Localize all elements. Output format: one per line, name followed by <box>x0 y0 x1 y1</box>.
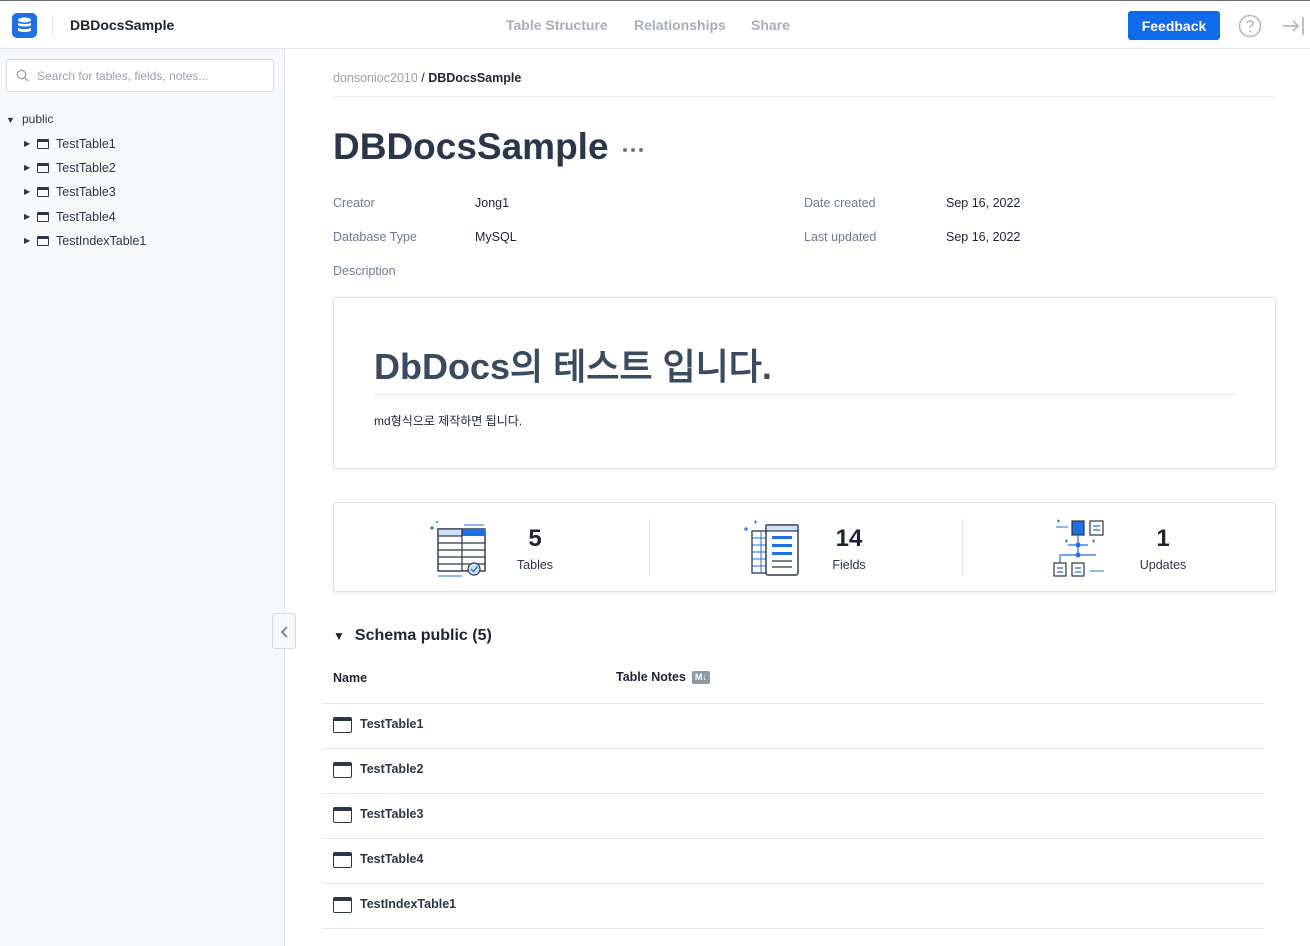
breadcrumb-divider <box>333 96 1276 97</box>
description-body: md형식으로 제작하면 됩니다. <box>374 414 523 428</box>
date-created-label: Date created <box>804 196 876 210</box>
caret-right-icon[interactable]: ▶ <box>24 212 30 221</box>
app-logo-icon[interactable] <box>12 13 37 38</box>
breadcrumb-owner[interactable]: donsonioc2010 <box>333 71 418 85</box>
column-header-name: Name <box>333 671 368 685</box>
search-icon <box>16 69 29 82</box>
table-row[interactable]: TestTable4 <box>333 850 733 870</box>
description-divider <box>374 394 1236 395</box>
column-header-table-notes: Table Notes M↓ <box>616 670 710 684</box>
database-type-value: MySQL <box>475 230 517 244</box>
table-row-name[interactable]: TestTable4 <box>360 852 423 866</box>
markdown-icon: M↓ <box>691 671 710 684</box>
description-card: DbDocs의 테스트 입니다. md형식으로 제작하면 됩니다. <box>333 297 1276 469</box>
table-icon <box>37 212 49 222</box>
collapse-sidebar-button[interactable] <box>272 613 296 649</box>
caret-right-icon[interactable]: ▶ <box>24 163 30 172</box>
creator-label: Creator <box>333 196 375 210</box>
caret-right-icon[interactable]: ▶ <box>24 139 30 148</box>
stat-fields-value: 14 <box>835 525 863 552</box>
breadcrumb-separator: / <box>417 71 429 85</box>
page-title: DBDocsSample <box>333 126 609 167</box>
table-row[interactable]: TestTable2 <box>333 760 733 780</box>
search-input[interactable] <box>37 67 267 85</box>
tree-item-label: TestTable1 <box>56 137 116 151</box>
fields-icon <box>744 520 799 576</box>
table-icon <box>37 139 49 149</box>
table-icon <box>37 187 49 197</box>
tree-schema-label: public <box>22 112 54 126</box>
tree-item-label: TestTable4 <box>56 210 116 224</box>
tree-item-label: TestTable3 <box>56 185 116 199</box>
row-divider <box>321 928 1264 929</box>
last-updated-value: Sep 16, 2022 <box>946 230 1021 244</box>
stat-fields-label: Fields <box>832 558 866 572</box>
more-options-icon[interactable] <box>621 142 645 158</box>
row-divider <box>321 793 1264 794</box>
stat-divider <box>962 519 963 576</box>
table-icon <box>333 852 352 868</box>
stat-updates-label: Updates <box>1139 558 1187 572</box>
table-icon <box>333 717 352 733</box>
stat-tables-label: Tables <box>516 558 554 572</box>
updates-icon <box>1053 519 1104 577</box>
row-divider <box>321 883 1264 884</box>
caret-down-icon[interactable]: ▼ <box>333 629 345 643</box>
caret-right-icon[interactable]: ▶ <box>24 187 30 196</box>
row-divider <box>321 703 1264 704</box>
stat-tables-value: 5 <box>528 525 542 552</box>
schema-section-title: Schema public (5) <box>354 627 492 644</box>
app-title[interactable]: DBDocsSample <box>70 17 174 33</box>
row-divider <box>321 748 1264 749</box>
description-heading: DbDocs의 테스트 입니다. <box>374 346 772 387</box>
table-notes-label: Table Notes <box>616 670 686 684</box>
table-row[interactable]: TestTable1 <box>333 715 733 735</box>
breadcrumb-project: DBDocsSample <box>428 71 522 85</box>
stats-card: 5 Tables 14 Fields 1 Updates <box>333 502 1276 592</box>
table-row-name[interactable]: TestTable3 <box>360 807 423 821</box>
table-icon <box>333 762 352 778</box>
table-icon <box>333 807 352 823</box>
top-bar: DBDocsSample Table Structure Relationshi… <box>0 0 1310 49</box>
chevron-left-icon <box>280 626 288 638</box>
tree-item-label: TestIndexTable1 <box>56 234 147 248</box>
table-row[interactable]: TestIndexTable1 <box>333 895 733 915</box>
tables-icon <box>430 521 486 577</box>
logo-divider <box>52 15 53 37</box>
date-created-value: Sep 16, 2022 <box>946 196 1021 210</box>
table-icon <box>333 897 352 913</box>
tree-schema-public[interactable]: ▼ public <box>6 112 53 126</box>
table-row[interactable]: TestTable3 <box>333 805 733 825</box>
stat-divider <box>649 519 650 576</box>
database-type-label: Database Type <box>333 230 417 244</box>
table-row-name[interactable]: TestTable2 <box>360 762 423 776</box>
nav-relationships[interactable]: Relationships <box>634 17 726 33</box>
row-divider <box>321 838 1264 839</box>
last-updated-label: Last updated <box>804 230 877 244</box>
table-icon <box>37 163 49 173</box>
help-icon[interactable] <box>1238 14 1262 38</box>
caret-down-icon[interactable]: ▼ <box>6 115 22 125</box>
breadcrumb: donsonioc2010 / DBDocsSample <box>333 71 521 85</box>
sign-in-icon[interactable] <box>1281 14 1307 38</box>
tree-item-label: TestTable2 <box>56 161 116 175</box>
sidebar: ▼public ▶ TestTable1 ▶ TestTable2 ▶ Test… <box>0 49 285 946</box>
description-label: Description <box>333 264 396 278</box>
feedback-button[interactable]: Feedback <box>1128 11 1220 40</box>
schema-section-header[interactable]: ▼ Schema public (5) <box>333 627 492 645</box>
creator-value: Jong1 <box>475 196 510 210</box>
nav-table-structure[interactable]: Table Structure <box>506 17 608 33</box>
nav-share[interactable]: Share <box>751 17 790 33</box>
stat-updates-value: 1 <box>1156 525 1170 552</box>
search-box[interactable] <box>6 59 274 92</box>
table-icon <box>37 236 49 246</box>
table-row-name[interactable]: TestIndexTable1 <box>360 897 456 911</box>
caret-right-icon[interactable]: ▶ <box>24 236 30 245</box>
table-row-name[interactable]: TestTable1 <box>360 717 423 731</box>
